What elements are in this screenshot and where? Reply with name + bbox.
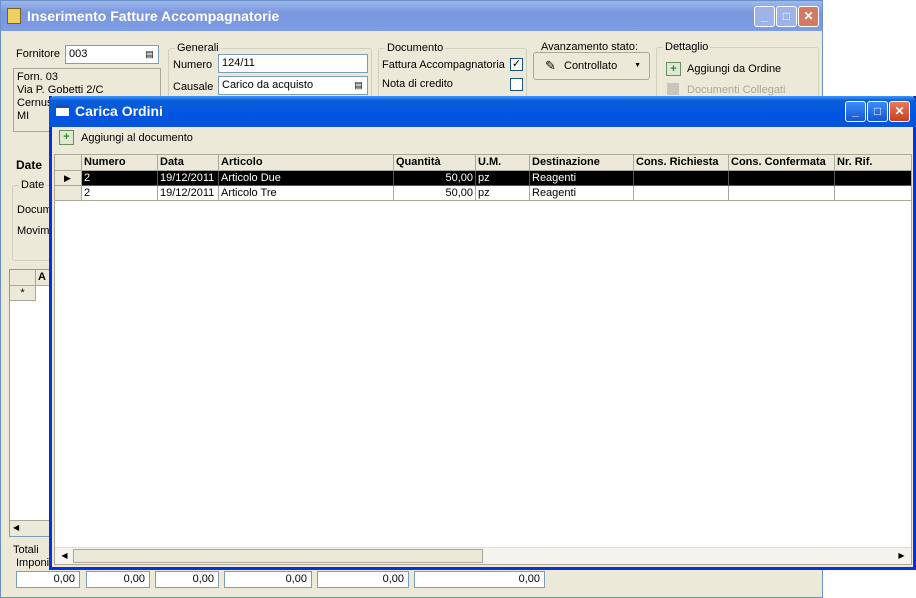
column-header[interactable]: Data — [158, 155, 219, 171]
cell-data[interactable]: 19/12/2011 — [158, 171, 219, 186]
documenti-collegati-button[interactable]: Documenti Collegati — [687, 84, 785, 96]
minimize-button[interactable]: _ — [754, 6, 775, 27]
causale-value: Carico da acquisto — [222, 79, 314, 91]
cell-um[interactable]: pz — [476, 171, 530, 186]
row-selector[interactable]: ▶ — [55, 171, 82, 186]
aggiungi-ordine-button[interactable]: Aggiungi da Ordine — [687, 63, 781, 75]
fornitore-value: 003 — [69, 48, 88, 60]
maximize-button[interactable]: □ — [776, 6, 797, 27]
total-field: 0,00 — [414, 571, 545, 588]
totali-label: Totali — [13, 544, 39, 556]
dialog-titlebar: Carica Ordini _ □ ✕ — [49, 96, 916, 127]
documento-label: Documento — [385, 42, 446, 54]
date-group: Date — [12, 179, 52, 261]
column-header[interactable]: Nr. Rif. — [835, 155, 911, 171]
horizontal-scrollbar[interactable]: ◀ ▶ — [55, 547, 911, 564]
dialog-close-button[interactable]: ✕ — [889, 101, 910, 122]
cell-numero[interactable]: 2 — [82, 171, 158, 186]
cell-cons-richiesta[interactable] — [634, 186, 729, 201]
inner-grid[interactable]: A * ◀ — [9, 269, 56, 537]
new-row-marker: * — [10, 286, 36, 301]
lookup-icon[interactable]: ▤ — [352, 79, 365, 92]
column-header[interactable]: Numero — [82, 155, 158, 171]
cell-numero[interactable]: 2 — [82, 186, 158, 201]
scroll-right-icon[interactable]: ▶ — [894, 548, 909, 564]
cell-quantita[interactable]: 50,00 — [394, 171, 476, 186]
cell-cons-richiesta[interactable] — [634, 171, 729, 186]
generali-label: Generali — [175, 42, 221, 54]
cell-articolo[interactable]: Articolo Due — [219, 171, 394, 186]
total-field: 0,00 — [155, 571, 219, 588]
scroll-thumb[interactable] — [73, 549, 483, 563]
add-to-document-button[interactable]: Aggiungi al documento — [81, 132, 193, 144]
documento-group: Documento — [378, 42, 527, 98]
add-document-icon: + — [59, 130, 74, 145]
inner-grid-corner — [10, 270, 36, 286]
cell-articolo[interactable]: Articolo Tre — [219, 186, 394, 201]
close-button[interactable]: ✕ — [798, 6, 819, 27]
cell-nr-rif[interactable] — [835, 171, 911, 186]
cell-cons-confermata[interactable] — [729, 186, 835, 201]
row-selector-header — [55, 155, 82, 171]
numero-value: 124/11 — [222, 57, 255, 69]
numero-field[interactable]: 124/11 — [218, 54, 368, 73]
scroll-left-icon[interactable]: ◀ — [13, 523, 19, 532]
column-header[interactable]: Cons. Richiesta — [634, 155, 729, 171]
causale-field[interactable]: Carico da acquisto ▤ — [218, 76, 368, 95]
lookup-icon[interactable]: ▤ — [143, 48, 156, 61]
column-header[interactable]: Destinazione — [530, 155, 634, 171]
causale-label: Causale — [173, 81, 214, 93]
window-icon — [56, 105, 69, 116]
numero-label: Numero — [173, 59, 213, 71]
imponi-label: Imponi — [16, 557, 50, 569]
total-field: 0,00 — [224, 571, 312, 588]
dialog-maximize-button[interactable]: □ — [867, 101, 888, 122]
column-header[interactable]: Quantità — [394, 155, 476, 171]
nota-credito-label: Nota di credito — [382, 78, 453, 90]
cell-destinazione[interactable]: Reagenti — [530, 186, 634, 201]
cell-cons-confermata[interactable] — [729, 171, 835, 186]
column-header[interactable]: Cons. Confermata — [729, 155, 835, 171]
dialog-title: Carica Ordini — [75, 103, 163, 119]
total-field: 0,00 — [317, 571, 409, 588]
carica-ordini-dialog: Carica Ordini _ □ ✕ + Aggiungi al docume… — [49, 96, 916, 570]
cell-data[interactable]: 19/12/2011 — [158, 186, 219, 201]
main-titlebar: Inserimento Fatture Accompagnatorie _ □ … — [1, 1, 822, 31]
cell-destinazione[interactable]: Reagenti — [530, 171, 634, 186]
avanzamento-dropdown[interactable]: ✎ Controllato ▼ — [533, 52, 650, 80]
table-row[interactable]: ▶ 2 19/12/2011 Articolo Due 50,00 pz Rea… — [55, 171, 911, 186]
orders-grid[interactable]: Numero Data Articolo Quantità U.M. Desti… — [54, 154, 912, 565]
date-tab[interactable]: Date — [16, 158, 42, 172]
document-icon — [667, 83, 679, 95]
docum-label: Docum — [17, 204, 52, 216]
table-row[interactable]: 2 19/12/2011 Articolo Tre 50,00 pz Reage… — [55, 186, 911, 201]
cell-quantita[interactable]: 50,00 — [394, 186, 476, 201]
fattura-accompagnatoria-label: Fattura Accompagnatoria — [382, 59, 505, 71]
cell-nr-rif[interactable] — [835, 186, 911, 201]
dialog-minimize-button[interactable]: _ — [845, 101, 866, 122]
row-selector[interactable] — [55, 186, 82, 201]
fattura-accompagnatoria-checkbox[interactable]: ✓ — [510, 58, 523, 71]
edit-check-icon: ✎ — [545, 58, 556, 73]
add-green-icon: + — [666, 62, 681, 76]
nota-credito-checkbox[interactable] — [510, 78, 523, 91]
column-header[interactable]: U.M. — [476, 155, 530, 171]
date-group-label: Date — [19, 179, 47, 191]
total-field: 0,00 — [16, 571, 80, 588]
total-field: 0,00 — [86, 571, 150, 588]
inner-scrollbar[interactable]: ◀ — [10, 520, 54, 536]
scroll-left-icon[interactable]: ◀ — [57, 548, 72, 564]
column-header[interactable]: Articolo — [219, 155, 394, 171]
fornitore-label: Fornitore — [16, 48, 61, 60]
main-window-title: Inserimento Fatture Accompagnatorie — [27, 8, 280, 24]
avanzamento-value: Controllato — [564, 60, 618, 72]
app-menu-icon[interactable] — [7, 8, 21, 24]
dettaglio-label: Dettaglio — [663, 41, 711, 53]
fornitore-field[interactable]: 003 ▤ — [65, 45, 159, 64]
cell-um[interactable]: pz — [476, 186, 530, 201]
supplier-name: Forn. 03 — [17, 71, 58, 83]
chevron-down-icon: ▼ — [634, 62, 641, 69]
